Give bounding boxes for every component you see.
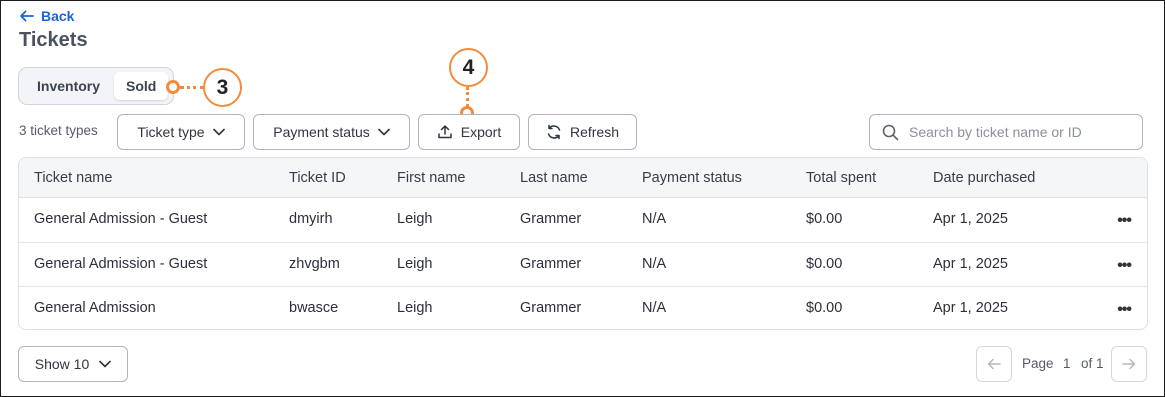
- table-row[interactable]: General Admission - Guest zhvgbm Leigh G…: [19, 243, 1147, 287]
- col-total-spent[interactable]: Total spent: [806, 170, 876, 186]
- cell-last-name: Grammer: [520, 300, 582, 316]
- export-label: Export: [460, 124, 502, 140]
- callout-3-connector: [180, 86, 204, 89]
- callout-4-badge: 4: [449, 48, 488, 87]
- col-ticket-name[interactable]: Ticket name: [34, 170, 112, 186]
- refresh-button[interactable]: Refresh: [528, 114, 637, 150]
- page-label: Page: [1022, 356, 1054, 371]
- prev-page-button[interactable]: [976, 346, 1012, 382]
- back-label: Back: [41, 8, 75, 24]
- col-date-purchased[interactable]: Date purchased: [933, 170, 1035, 186]
- export-button[interactable]: Export: [418, 114, 520, 150]
- chevron-down-icon: [99, 360, 112, 368]
- tickets-table: Ticket name Ticket ID First name Last na…: [18, 157, 1148, 330]
- cell-payment-status: N/A: [642, 211, 667, 227]
- next-page-button[interactable]: [1111, 346, 1147, 382]
- upload-icon: [438, 125, 452, 139]
- refresh-icon: [547, 124, 561, 140]
- cell-first-name: Leigh: [397, 300, 433, 316]
- cell-date-purchased: Apr 1, 2025: [933, 211, 1008, 227]
- cell-payment-status: N/A: [642, 300, 667, 316]
- cell-first-name: Leigh: [397, 255, 433, 272]
- page-current: 1: [1063, 356, 1071, 371]
- tab-inventory[interactable]: Inventory: [23, 72, 114, 100]
- page-title: Tickets: [19, 29, 88, 51]
- cell-date-purchased: Apr 1, 2025: [933, 300, 1008, 316]
- refresh-label: Refresh: [569, 124, 620, 140]
- search-box: [869, 114, 1143, 150]
- payment-status-label: Payment status: [273, 124, 370, 140]
- page-size-label: Show 10: [34, 356, 90, 372]
- cell-date-purchased: Apr 1, 2025: [933, 255, 1008, 272]
- view-toggle: Inventory Sold: [18, 67, 174, 105]
- cell-ticket-name: General Admission: [34, 300, 156, 316]
- chevron-down-icon: [212, 128, 225, 136]
- col-last-name[interactable]: Last name: [520, 170, 588, 186]
- cell-total-spent: $0.00: [806, 211, 843, 227]
- back-link[interactable]: Back: [19, 8, 74, 24]
- arrow-left-icon: [987, 358, 1001, 370]
- cell-ticket-id: dmyirh: [289, 211, 333, 227]
- more-options-icon[interactable]: •••: [1117, 257, 1132, 275]
- cell-ticket-name: General Admission - Guest: [34, 255, 208, 272]
- cell-total-spent: $0.00: [806, 255, 843, 272]
- table-row[interactable]: General Admission bwasce Leigh Grammer N…: [19, 287, 1147, 329]
- cell-ticket-id: bwasce: [289, 300, 339, 316]
- page-total: of 1: [1081, 356, 1104, 371]
- cell-ticket-name: General Admission - Guest: [34, 211, 208, 227]
- cell-first-name: Leigh: [397, 211, 433, 227]
- cell-total-spent: $0.00: [806, 300, 843, 316]
- ticket-type-label: Ticket type: [137, 124, 205, 140]
- col-payment-status[interactable]: Payment status: [642, 170, 742, 186]
- more-options-icon[interactable]: •••: [1117, 212, 1132, 230]
- arrow-left-icon: [20, 10, 34, 22]
- page-size-select[interactable]: Show 10: [18, 346, 128, 382]
- table-header: Ticket name Ticket ID First name Last na…: [19, 158, 1147, 198]
- callout-3-badge: 3: [203, 68, 242, 107]
- col-first-name[interactable]: First name: [397, 170, 466, 186]
- cell-payment-status: N/A: [642, 255, 667, 272]
- search-icon: [882, 124, 899, 140]
- payment-status-filter[interactable]: Payment status: [253, 114, 410, 150]
- cell-last-name: Grammer: [520, 255, 582, 272]
- col-ticket-id[interactable]: Ticket ID: [289, 170, 346, 186]
- chevron-down-icon: [377, 128, 390, 136]
- cell-last-name: Grammer: [520, 211, 582, 227]
- more-options-icon[interactable]: •••: [1117, 301, 1132, 319]
- table-row[interactable]: General Admission - Guest dmyirh Leigh G…: [19, 198, 1147, 243]
- callout-3-dot: [166, 80, 180, 94]
- ticket-count: 3 ticket types: [19, 123, 98, 138]
- ticket-type-filter[interactable]: Ticket type: [117, 114, 245, 150]
- callout-4-connector: [466, 87, 469, 107]
- cell-ticket-id: zhvgbm: [289, 255, 340, 272]
- search-input[interactable]: [909, 124, 1129, 140]
- tab-sold[interactable]: Sold: [114, 72, 169, 100]
- arrow-right-icon: [1122, 358, 1136, 370]
